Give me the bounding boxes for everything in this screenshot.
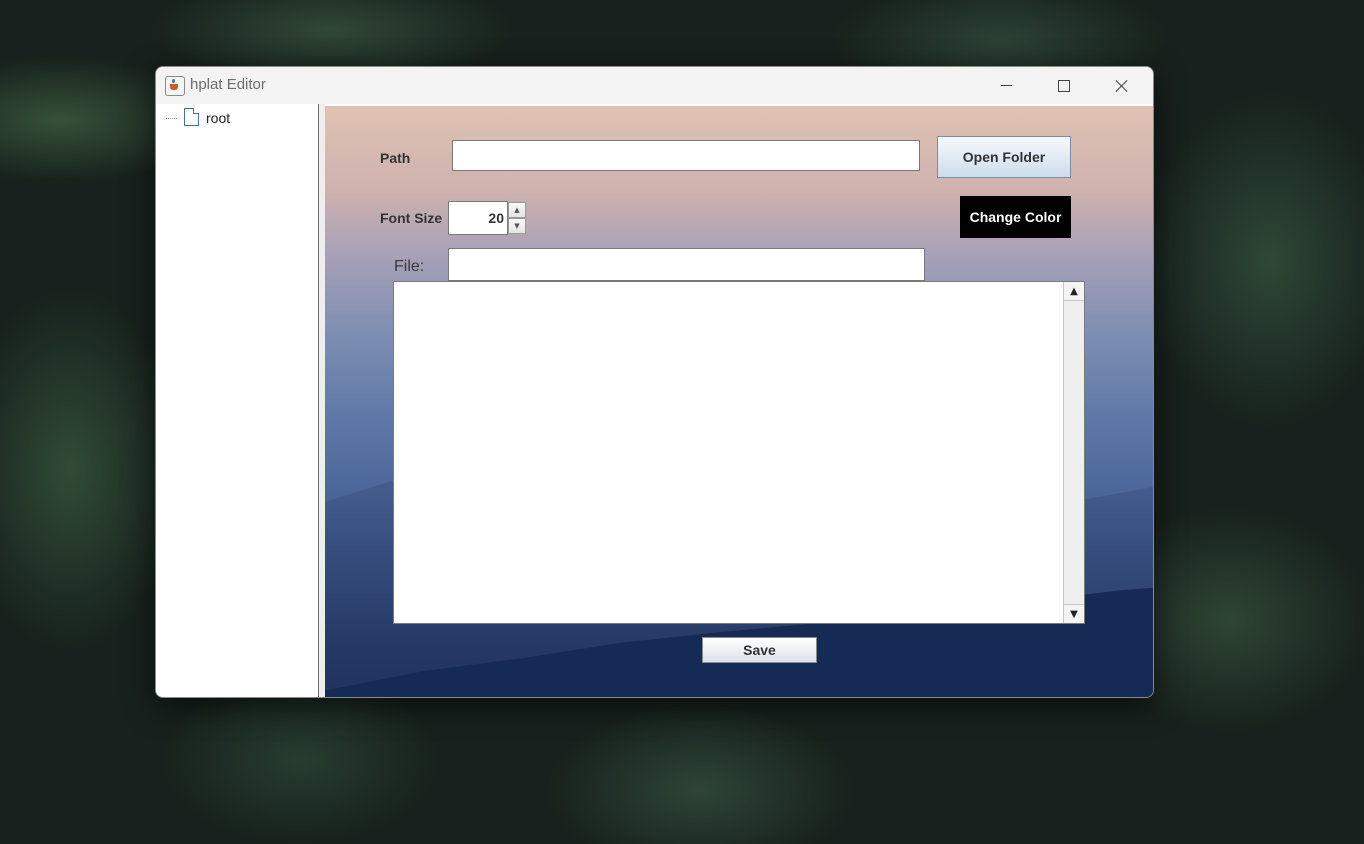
open-folder-button[interactable]: Open Folder	[937, 136, 1071, 178]
minimize-icon	[1000, 85, 1012, 86]
editor-content-panel: Path Open Folder Font Size 20 ▲ ▼ Change…	[325, 106, 1153, 697]
tree-node-label: root	[206, 110, 231, 126]
close-button[interactable]	[1093, 67, 1151, 104]
close-icon	[1115, 79, 1129, 93]
scroll-up-arrow-icon[interactable]: ▲	[1064, 282, 1084, 301]
spinner-down-button[interactable]: ▼	[508, 218, 526, 234]
font-size-field[interactable]: 20	[448, 201, 508, 235]
title-bar[interactable]: hplat Editor	[156, 67, 1153, 104]
file-tree-panel: root	[156, 104, 319, 697]
font-size-label: Font Size	[380, 210, 443, 226]
tree-connector	[166, 118, 177, 120]
java-app-icon	[165, 76, 185, 96]
editor-window: hplat Editor root Path Open Folder Font …	[155, 66, 1154, 698]
vertical-scrollbar[interactable]: ▲ ▼	[1063, 282, 1084, 623]
spinner-up-button[interactable]: ▲	[508, 202, 526, 218]
maximize-button[interactable]	[1035, 67, 1093, 104]
file-label: File:	[394, 258, 425, 275]
maximize-icon	[1058, 79, 1070, 92]
change-color-button[interactable]: Change Color	[960, 196, 1071, 238]
text-editor-scrollpane: ▲ ▼	[393, 281, 1085, 624]
font-size-spinner: 20 ▲ ▼	[448, 201, 527, 235]
scroll-down-arrow-icon[interactable]: ▼	[1064, 604, 1084, 623]
file-name-input[interactable]	[448, 248, 925, 281]
path-input[interactable]	[452, 140, 920, 171]
save-button[interactable]: Save	[702, 637, 817, 663]
path-label: Path	[380, 150, 411, 166]
text-editor-area[interactable]	[394, 282, 1062, 623]
file-icon	[184, 108, 199, 126]
window-title: hplat Editor	[190, 76, 266, 93]
minimize-button[interactable]	[977, 67, 1035, 104]
